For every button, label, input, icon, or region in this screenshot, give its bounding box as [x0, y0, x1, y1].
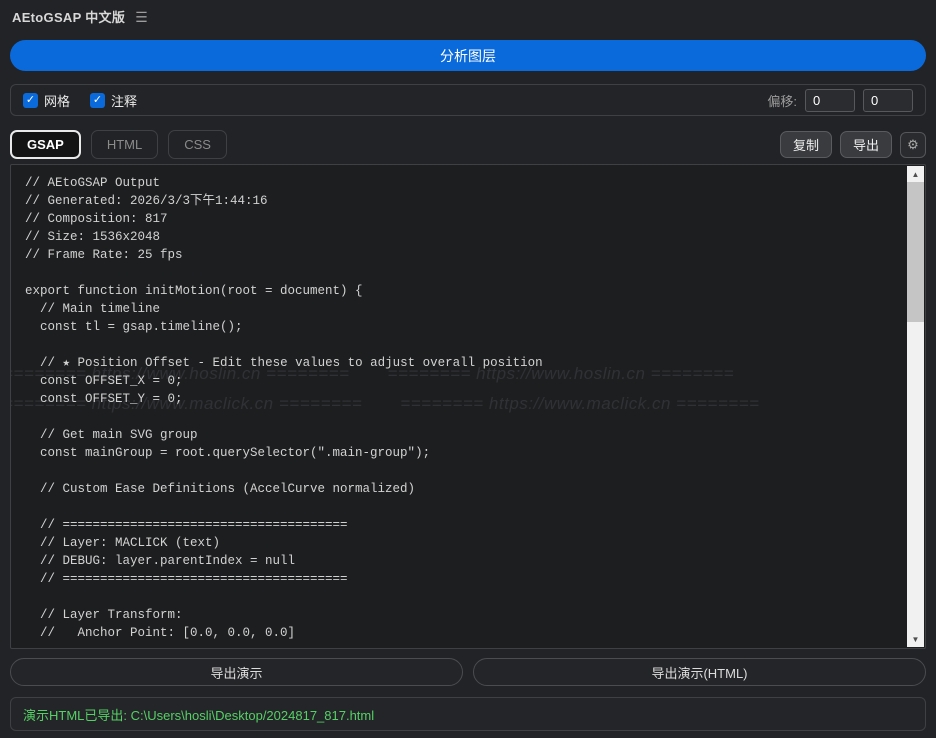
- scrollbar-down-arrow-icon[interactable]: ▼: [907, 631, 924, 647]
- offset-controls: 偏移:: [767, 89, 913, 112]
- comments-checkbox-check-icon[interactable]: ✓: [90, 93, 105, 108]
- options-panel: ✓ 网格 ✓ 注释 偏移:: [10, 84, 926, 116]
- comments-checkbox-label[interactable]: 注释: [111, 91, 137, 110]
- grid-checkbox[interactable]: ✓ 网格: [23, 91, 70, 110]
- export-demo-button[interactable]: 导出演示: [10, 658, 463, 686]
- status-bar: 演示HTML已导出: C:\Users\hosli\Desktop/202481…: [10, 697, 926, 731]
- scrollbar-thumb[interactable]: [907, 182, 924, 322]
- tab-bar: GSAP HTML CSS 复制 导出 ⚙: [10, 130, 926, 159]
- tab-gsap[interactable]: GSAP: [10, 130, 81, 159]
- tab-html[interactable]: HTML: [91, 130, 158, 159]
- scrollbar-track[interactable]: ▲ ▼: [907, 166, 924, 647]
- copy-button[interactable]: 复制: [780, 131, 832, 158]
- offset-x-input[interactable]: [805, 89, 855, 112]
- grid-checkbox-check-icon[interactable]: ✓: [23, 93, 38, 108]
- comments-checkbox[interactable]: ✓ 注释: [90, 91, 137, 110]
- scrollbar-up-arrow-icon[interactable]: ▲: [907, 166, 924, 182]
- settings-gear-icon[interactable]: ⚙: [900, 132, 926, 158]
- status-message: 演示HTML已导出: C:\Users\hosli\Desktop/202481…: [23, 705, 374, 724]
- offset-y-input[interactable]: [863, 89, 913, 112]
- grid-checkbox-label[interactable]: 网格: [44, 91, 70, 110]
- export-demo-html-button[interactable]: 导出演示(HTML): [473, 658, 926, 686]
- app-window: AEtoGSAP 中文版 ☰ 分析图层 ✓ 网格 ✓ 注释 偏移: GSAP H…: [0, 0, 936, 738]
- offset-label: 偏移:: [767, 91, 797, 110]
- analyze-layers-button[interactable]: 分析图层: [10, 40, 926, 71]
- app-title: AEtoGSAP 中文版: [12, 7, 125, 26]
- hamburger-menu-icon[interactable]: ☰: [135, 10, 148, 24]
- tab-css[interactable]: CSS: [168, 130, 227, 159]
- footer-actions: 导出演示 导出演示(HTML): [10, 658, 926, 686]
- editor-actions: 复制 导出 ⚙: [780, 131, 926, 158]
- export-button[interactable]: 导出: [840, 131, 892, 158]
- title-bar: AEtoGSAP 中文版 ☰: [0, 0, 936, 32]
- code-output[interactable]: // AEtoGSAP Output // Generated: 2026/3/…: [25, 174, 901, 642]
- code-editor-panel: // AEtoGSAP Output // Generated: 2026/3/…: [10, 164, 926, 649]
